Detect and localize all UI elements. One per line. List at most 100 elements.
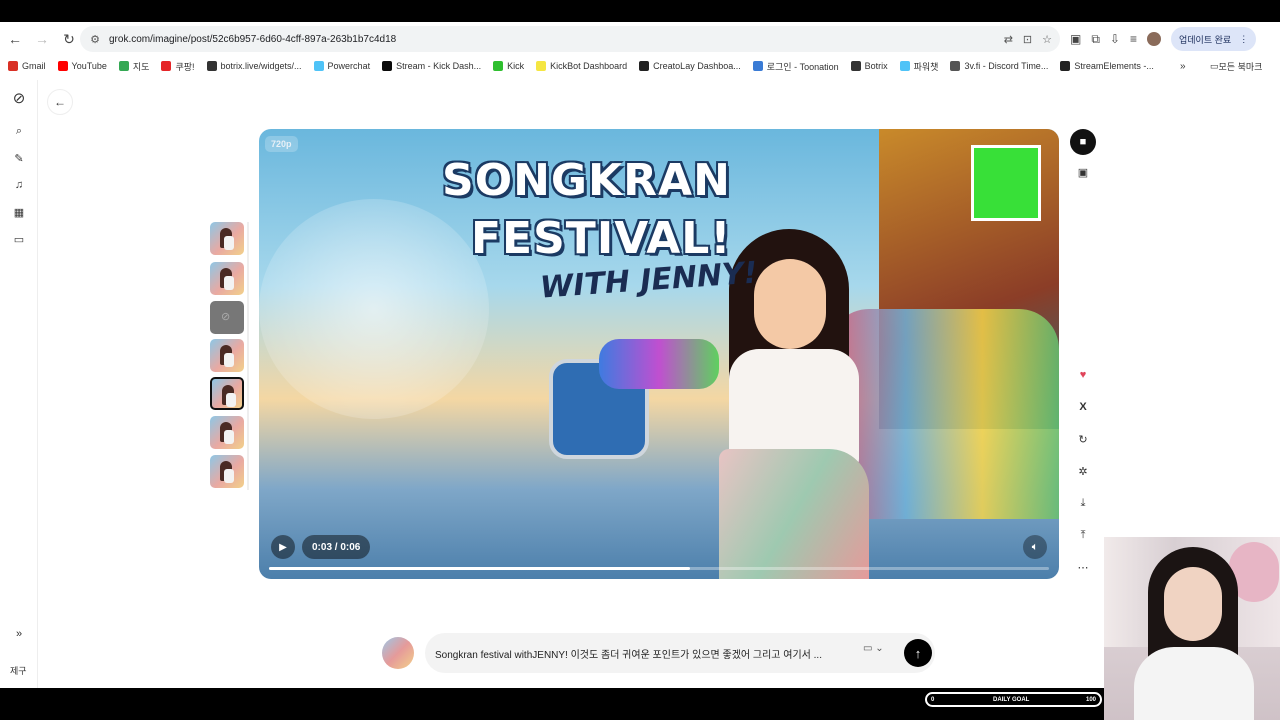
bookmark-favicon-icon: [118, 61, 129, 71]
bookmarks-overflow-icon[interactable]: »: [1180, 56, 1186, 76]
share-x-button[interactable]: X: [1070, 394, 1096, 420]
play-button[interactable]: ▶: [271, 535, 295, 559]
like-button[interactable]: ♥: [1070, 362, 1096, 388]
bookmark-favicon-icon: [850, 61, 861, 71]
bookmark-item[interactable]: StreamElements -...: [1060, 61, 1154, 71]
bookmark-favicon-icon: [899, 61, 910, 71]
bookmark-item[interactable]: 로그인 - Toonation: [752, 60, 839, 73]
bookmark-favicon-icon: [161, 61, 172, 71]
video-player[interactable]: SONGKRAN FESTIVAL! WITH JENNY! 720p ▶ 0:…: [259, 129, 1059, 579]
goal-label: DAILY GOAL: [993, 697, 1030, 703]
back-arrow-icon: ←: [54, 95, 66, 109]
all-bookmarks[interactable]: ▭ 모든 북마크: [1210, 56, 1262, 76]
sidebar-bottom-label[interactable]: 제구: [10, 664, 27, 677]
translate-icon[interactable]: ⇄: [1004, 33, 1013, 46]
update-button[interactable]: 업데이트 완료 ⋮: [1171, 27, 1257, 51]
character-face: [754, 259, 826, 349]
download-button[interactable]: ⤓: [1070, 490, 1096, 516]
video-title-line1: SONGKRAN: [442, 155, 731, 206]
thumbnail-selected[interactable]: [210, 377, 244, 410]
address-bar[interactable]: ⚙ grok.com/imagine/post/52c6b957-6d60-4c…: [80, 26, 1060, 52]
x-logo-icon: X: [1079, 401, 1087, 413]
volume-button[interactable]: 🔈︎: [1023, 535, 1047, 559]
bookmark-item[interactable]: Powerchat: [313, 61, 371, 71]
toolbar-right: ▣ ⧉ ⇩ ≡ 업데이트 완료 ⋮: [1070, 26, 1257, 52]
bookmark-star-icon[interactable]: ☆: [1042, 33, 1052, 46]
thumbnail-hidden[interactable]: ⊘: [210, 301, 244, 334]
speaker-icon: 🔈︎: [1031, 540, 1039, 553]
bookmarks-bar: Gmail YouTube 지도 쿠팡! botrix.live/widgets/...…: [0, 56, 1280, 76]
prompt-thumbnail[interactable]: [382, 637, 414, 669]
sparkle-icon: ✲: [1078, 465, 1088, 478]
video-mode-button[interactable]: ■: [1070, 129, 1096, 155]
thumbnail-scrollbar[interactable]: [247, 222, 249, 490]
back-arrow-icon[interactable]: ←: [3, 27, 27, 51]
reading-list-icon[interactable]: ≡: [1130, 32, 1137, 46]
voice-icon[interactable]: ♫: [11, 177, 27, 193]
bookmark-label: Powerchat: [327, 61, 371, 71]
folder-icon[interactable]: ▭: [11, 231, 27, 247]
extensions-icon[interactable]: ⧉: [1091, 32, 1100, 47]
grok-sidebar: ⊘ ⌕ ✎ ♫ ▦ ▭ » 제구: [0, 80, 38, 688]
bookmark-item[interactable]: Stream - Kick Dash...: [382, 61, 481, 71]
time-display: 0:03 / 0:06: [302, 535, 371, 559]
more-button[interactable]: ⋯: [1070, 554, 1096, 580]
reload-icon[interactable]: ↻: [57, 27, 81, 51]
site-info-icon[interactable]: ⚙: [84, 33, 106, 46]
browser-toolbar: ← → ↻ ⚙ grok.com/imagine/post/52c6b957-6…: [0, 22, 1280, 56]
mode-selector[interactable]: ▭ ⌄: [863, 643, 884, 654]
imagine-icon[interactable]: ▦: [11, 204, 27, 220]
bookmark-item[interactable]: YouTube: [57, 61, 107, 71]
install-icon[interactable]: ⊡: [1023, 33, 1032, 46]
all-bookmarks-label: 모든 북마크: [1218, 61, 1263, 72]
bookmark-item[interactable]: 지도: [118, 60, 149, 73]
downloads-icon[interactable]: ⇩: [1110, 32, 1120, 46]
back-button[interactable]: ←: [47, 89, 73, 115]
bookmark-item[interactable]: 파워챗: [899, 60, 938, 73]
bookmark-favicon-icon: [536, 61, 547, 71]
bookmark-item[interactable]: KickBot Dashboard: [536, 61, 627, 71]
water-gun-illustration: [599, 339, 719, 389]
bookmark-item[interactable]: Botrix: [850, 61, 888, 71]
grok-logo-icon[interactable]: ⊘: [11, 90, 27, 107]
thumbnail[interactable]: [210, 339, 244, 372]
progress-track[interactable]: [269, 567, 1049, 570]
image-mode-button[interactable]: ▣: [1070, 159, 1096, 185]
forward-arrow-icon[interactable]: →: [30, 27, 54, 51]
kebab-menu-icon[interactable]: ⋮: [1239, 34, 1248, 45]
bookmark-favicon-icon: [382, 61, 393, 71]
edit-icon[interactable]: ✎: [11, 150, 27, 166]
thumbnail[interactable]: [210, 416, 244, 449]
bookmark-label: Gmail: [22, 61, 46, 71]
chevron-down-icon: ⌄: [875, 643, 884, 654]
remix-button[interactable]: ↻: [1070, 426, 1096, 452]
bookmark-favicon-icon: [639, 61, 650, 71]
bookmark-label: YouTube: [71, 61, 107, 71]
expand-sidebar-icon[interactable]: »: [11, 626, 27, 642]
bookmark-favicon-icon: [493, 61, 504, 71]
bookmark-item[interactable]: CreatoLay Dashboa...: [639, 61, 741, 71]
progress-fill: [269, 567, 691, 570]
bookmark-item[interactable]: Kick: [493, 61, 524, 71]
share-button[interactable]: ⤒: [1070, 522, 1096, 548]
send-button[interactable]: ↑: [904, 639, 932, 667]
search-icon[interactable]: ⌕: [11, 123, 27, 139]
thumbnail[interactable]: [210, 455, 244, 488]
heart-icon: ♥: [1079, 369, 1087, 381]
prompt-box[interactable]: Songkran festival withJENNY! 이것도 좀더 귀여운 …: [425, 633, 935, 673]
bookmark-label: KickBot Dashboard: [550, 61, 628, 71]
prompt-text[interactable]: Songkran festival withJENNY! 이것도 좀더 귀여운 …: [435, 646, 845, 661]
thumbnail[interactable]: [210, 222, 244, 255]
profile-avatar[interactable]: [1147, 32, 1161, 46]
bookmark-item[interactable]: Gmail: [8, 61, 46, 71]
bookmark-label: Botrix: [864, 61, 888, 71]
bookmark-item[interactable]: 쿠팡!: [161, 60, 195, 73]
thumbnail[interactable]: [210, 262, 244, 295]
variations-button[interactable]: ✲: [1070, 458, 1096, 484]
player-controls: ▶ 0:03 / 0:06 🔈︎: [259, 529, 1059, 579]
bookmark-item[interactable]: 3v.fi - Discord Time...: [950, 61, 1048, 71]
bookmark-label: 로그인 - Toonation: [766, 61, 839, 72]
video-camera-icon: ▭: [863, 643, 873, 654]
bookmark-item[interactable]: botrix.live/widgets/...: [206, 61, 302, 71]
screenshot-icon[interactable]: ▣: [1070, 32, 1081, 46]
